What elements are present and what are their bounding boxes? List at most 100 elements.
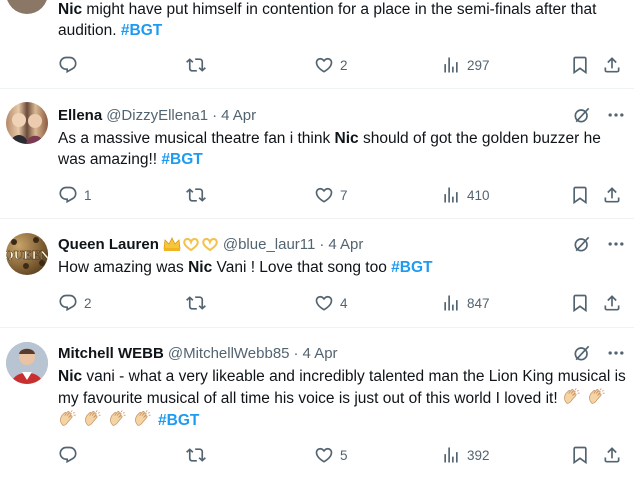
grok-icon[interactable] <box>572 234 592 254</box>
bookmark-icon <box>570 445 590 465</box>
views-count: 847 <box>467 295 490 311</box>
tweet-text: How amazing was Nic Vani ! Love that son… <box>58 257 626 278</box>
tweet-text-body: As a massive musical theatre fan i think <box>58 130 335 147</box>
tweet-header: Queen Lauren @blue_laur11 · 4 Apr <box>58 234 626 254</box>
tweet-card[interactable]: QUEEN Queen Lauren @blue_laur11 · 4 Apr … <box>0 219 634 328</box>
avatar[interactable] <box>6 102 48 144</box>
user-handle[interactable]: @DizzyEllena1 <box>106 107 208 124</box>
like-count: 4 <box>340 295 348 311</box>
like-button[interactable]: 5 <box>314 445 348 465</box>
reply-count: 1 <box>84 187 92 203</box>
share-button[interactable] <box>602 55 622 75</box>
retweet-button[interactable] <box>186 293 206 313</box>
mention-nic: Nic <box>58 368 83 385</box>
display-name[interactable]: Ellena <box>58 107 102 124</box>
avatar[interactable] <box>6 0 48 14</box>
retweet-icon <box>186 55 206 75</box>
views-icon <box>441 185 461 205</box>
bookmark-icon <box>570 55 590 75</box>
share-icon <box>602 185 622 205</box>
views-button[interactable]: 392 <box>441 445 490 465</box>
retweet-icon <box>186 293 206 313</box>
user-handle[interactable]: @MitchellWebb85 <box>168 345 290 362</box>
like-icon <box>314 293 334 313</box>
avatar-photo: QUEEN <box>6 237 48 269</box>
retweet-button[interactable] <box>186 185 206 205</box>
user-handle[interactable]: @blue_laur11 <box>223 236 316 253</box>
reply-icon <box>58 185 78 205</box>
hashtag-link[interactable]: #BGT <box>158 412 199 429</box>
share-icon <box>602 445 622 465</box>
reply-icon <box>58 55 78 75</box>
timestamp[interactable]: 4 Apr <box>303 345 338 362</box>
like-icon <box>314 445 334 465</box>
tweet-text-body: How amazing was <box>58 259 189 276</box>
share-button[interactable] <box>602 445 622 465</box>
reply-icon <box>58 293 78 313</box>
views-count: 297 <box>467 57 490 73</box>
tweet-card[interactable]: Mitchell WEBB @MitchellWebb85 · 4 Apr Ni… <box>0 328 634 481</box>
reply-button[interactable] <box>58 55 78 75</box>
clapping-hands-emoji <box>83 409 102 428</box>
heart-hands-emoji <box>202 237 218 252</box>
more-icon[interactable] <box>606 105 626 125</box>
bookmark-button[interactable] <box>570 55 590 75</box>
clapping-hands-emoji <box>587 387 606 406</box>
like-count: 7 <box>340 187 348 203</box>
views-count: 392 <box>467 447 490 463</box>
tweet-header: Ellena @DizzyEllena1 · 4 Apr <box>58 105 626 125</box>
display-name[interactable]: Mitchell WEBB <box>58 345 164 362</box>
share-button[interactable] <box>602 293 622 313</box>
tweet-text: Nic vani - what a very likeable and incr… <box>58 366 626 431</box>
avatar[interactable]: QUEEN <box>6 233 48 275</box>
timestamp[interactable]: 4 Apr <box>328 236 363 253</box>
views-icon <box>441 445 461 465</box>
like-button[interactable]: 2 <box>314 55 348 75</box>
reply-button[interactable] <box>58 445 78 465</box>
views-count: 410 <box>467 187 490 203</box>
like-button[interactable]: 4 <box>314 293 348 313</box>
mention-nic: Nic <box>58 1 83 18</box>
reply-icon <box>58 445 78 465</box>
like-count: 2 <box>340 57 348 73</box>
grok-icon[interactable] <box>572 105 592 125</box>
more-icon[interactable] <box>606 234 626 254</box>
timestamp[interactable]: 4 Apr <box>221 107 256 124</box>
retweet-button[interactable] <box>186 55 206 75</box>
tweet-text-body: Vani ! Love that song too <box>212 259 392 276</box>
like-button[interactable]: 7 <box>314 185 348 205</box>
avatar[interactable] <box>6 342 48 384</box>
like-count: 5 <box>340 447 348 463</box>
views-button[interactable]: 410 <box>441 185 490 205</box>
bookmark-button[interactable] <box>570 293 590 313</box>
more-icon[interactable] <box>606 343 626 363</box>
reply-button[interactable]: 2 <box>58 293 92 313</box>
share-button[interactable] <box>602 185 622 205</box>
retweet-icon <box>186 445 206 465</box>
clapping-hands-emoji <box>562 387 581 406</box>
tweet-card[interactable]: Nic might have put himself in contention… <box>0 0 634 89</box>
hashtag-link[interactable]: #BGT <box>391 259 432 276</box>
name-emojis <box>163 236 219 252</box>
bookmark-button[interactable] <box>570 445 590 465</box>
hashtag-link[interactable]: #BGT <box>121 22 162 39</box>
crown-emoji <box>163 237 181 251</box>
bookmark-icon <box>570 293 590 313</box>
clapping-hands-emoji <box>133 409 152 428</box>
tweet-text-body: vani - what a very likeable and incredib… <box>58 368 626 407</box>
avatar-photo <box>10 113 44 144</box>
mention-nic: Nic <box>334 130 359 147</box>
reply-button[interactable]: 1 <box>58 185 92 205</box>
tweet-card[interactable]: Ellena @DizzyEllena1 · 4 Apr As a massiv… <box>0 89 634 219</box>
hashtag-link[interactable]: #BGT <box>161 151 202 168</box>
bookmark-button[interactable] <box>570 185 590 205</box>
views-icon <box>441 293 461 313</box>
retweet-button[interactable] <box>186 445 206 465</box>
avatar-photo <box>6 342 48 384</box>
views-button[interactable]: 847 <box>441 293 490 313</box>
views-button[interactable]: 297 <box>441 55 490 75</box>
grok-icon[interactable] <box>572 343 592 363</box>
display-name[interactable]: Queen Lauren <box>58 236 159 253</box>
views-icon <box>441 55 461 75</box>
clapping-hands-emoji <box>58 409 77 428</box>
